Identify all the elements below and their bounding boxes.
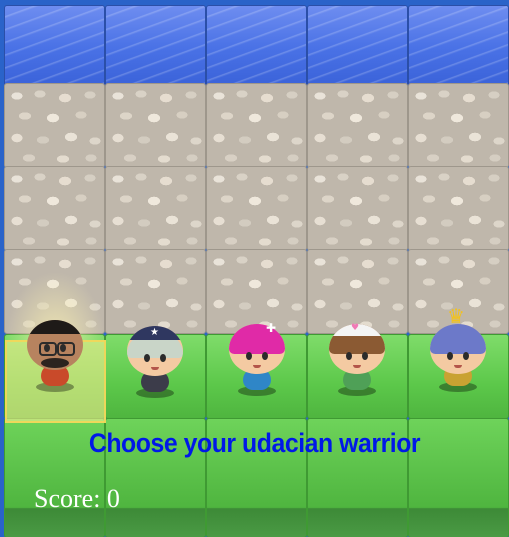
heart-icon: ♥ [351,323,360,333]
eye [144,354,150,362]
beard [41,358,69,368]
bandage-icon: ✚ [266,321,277,335]
hair [430,324,486,354]
stone-tile [307,166,408,251]
water-tile [4,5,105,90]
water-tile [105,5,206,90]
glasses-icon [57,342,75,356]
water-tile [408,5,509,90]
character-photo-avatar[interactable] [20,312,90,392]
stone-tile [206,83,307,168]
star-icon: ★ [150,327,159,338]
hair [229,324,285,354]
eye [447,352,453,360]
stone-tile [408,166,509,251]
game-title: Choose your udacian warrior [88,428,421,458]
mouth [253,365,261,368]
character-princess[interactable]: ♛ [423,306,493,392]
eye [463,352,469,360]
stone-tile [4,166,105,251]
eye [246,352,252,360]
stone-tile [105,83,206,168]
stone-tile [4,83,105,168]
stone-tile [307,83,408,168]
head [27,320,83,370]
mouth [454,365,462,368]
crown-icon: ♛ [447,304,465,328]
eye [346,352,352,360]
hair [27,320,83,334]
eye [362,352,368,360]
score-label: Score: 0 [34,484,120,513]
mouth [151,367,159,370]
eye [262,352,268,360]
character-ninja-boy[interactable]: ★ [120,318,190,398]
stone-tile [206,166,307,251]
water-tile [206,5,307,90]
character-cat-ear-girl[interactable]: ♥ [322,316,392,396]
game-canvas: ★ ✚ ♥ ♛ Choose your udacian warrior Scor… [0,0,509,537]
glasses-icon [39,342,57,356]
water-tile [307,5,408,90]
head [430,324,486,374]
stone-tile [408,83,509,168]
stone-tile [105,166,206,251]
mouth [353,365,361,368]
character-pink-girl[interactable]: ✚ [222,316,292,396]
eye [160,354,166,362]
head [229,324,285,374]
